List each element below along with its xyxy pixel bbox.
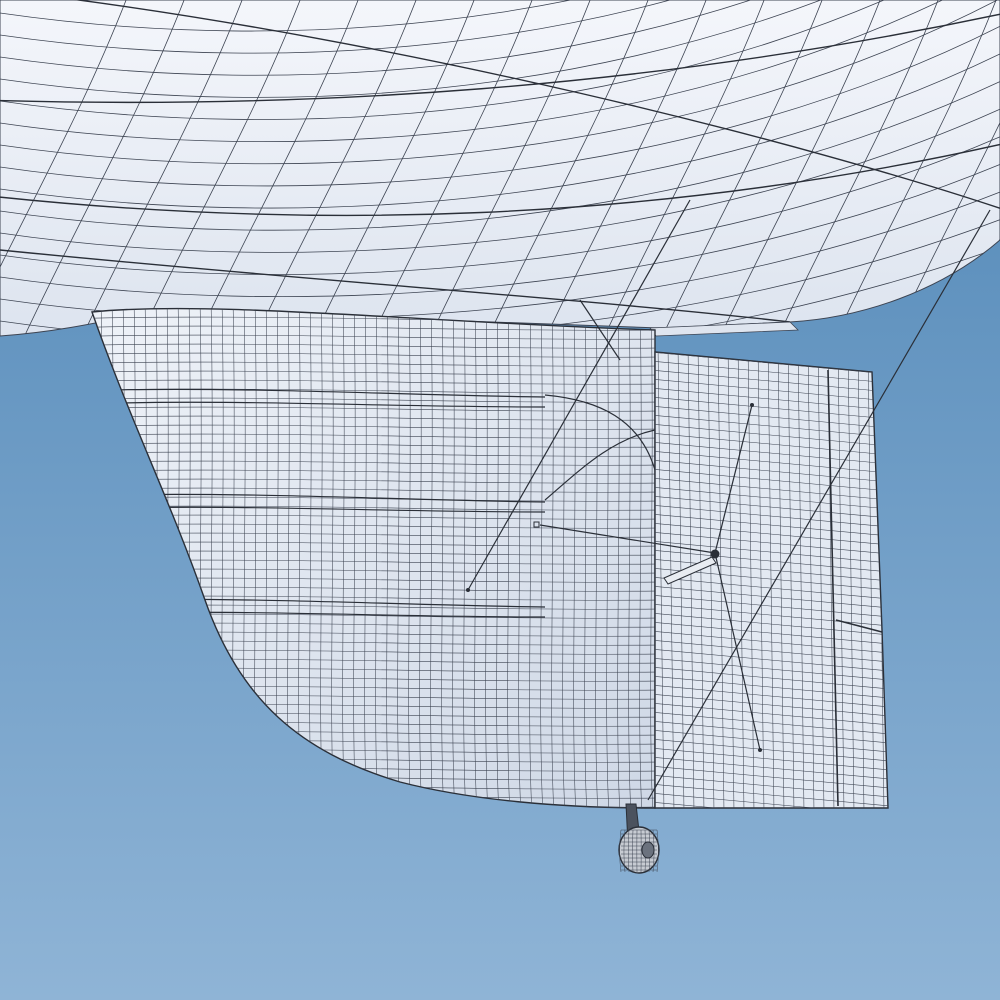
rudder [654, 351, 889, 809]
wireframe-render [0, 0, 1000, 1000]
